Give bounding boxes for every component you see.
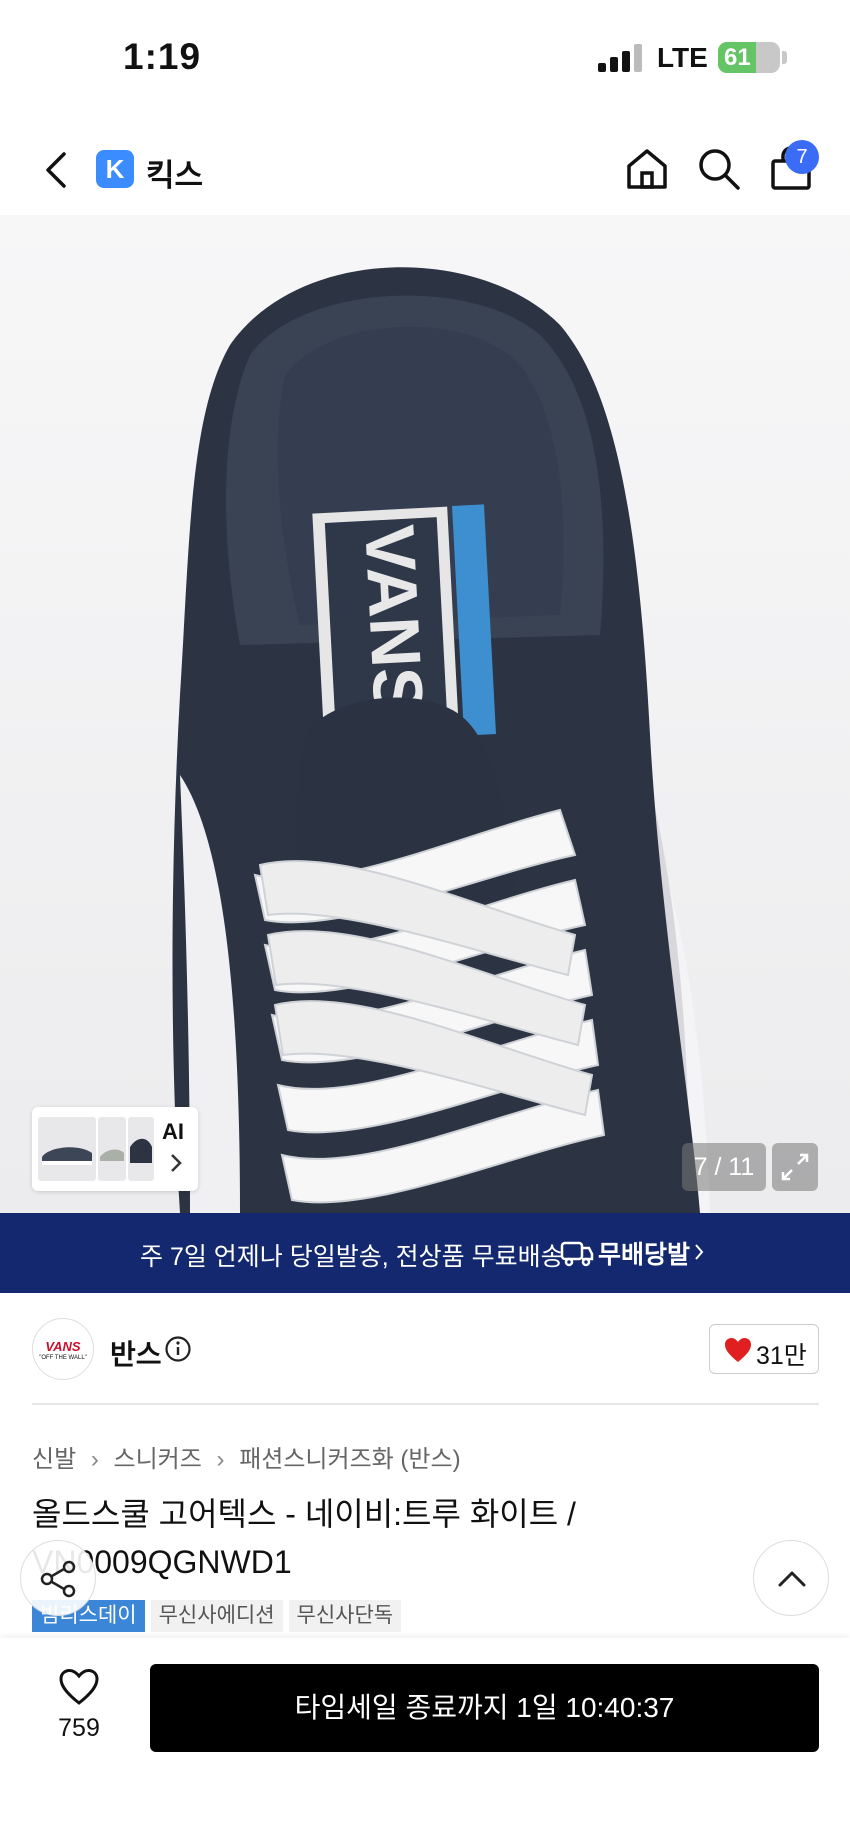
thumbnail-1[interactable] xyxy=(38,1117,96,1181)
scroll-top-button[interactable] xyxy=(753,1540,829,1616)
breadcrumb-item[interactable]: 스니커즈 xyxy=(114,1446,202,1473)
chevron-right-icon xyxy=(695,1244,704,1260)
heart-outline-icon xyxy=(59,1668,99,1705)
heart-filled-icon xyxy=(725,1338,751,1362)
home-icon xyxy=(627,149,667,189)
breadcrumb-item[interactable]: 신발 xyxy=(32,1446,76,1473)
share-button[interactable] xyxy=(20,1540,96,1616)
product-photo: VANS xyxy=(172,267,710,1213)
status-bar: 1:19 LTE 61 xyxy=(0,0,850,110)
chevron-up-icon xyxy=(778,1571,806,1587)
ai-label: AI xyxy=(162,1119,184,1144)
vans-logo[interactable]: VANS "OFF THE WALL" xyxy=(32,1318,94,1380)
chevron-right-icon xyxy=(171,1154,182,1172)
brand-row: VANS "OFF THE WALL" 반스 31만 xyxy=(0,1293,850,1403)
truck-icon xyxy=(560,1241,594,1267)
banner-brand: 무배당발 xyxy=(598,1241,691,1269)
search-icon xyxy=(699,149,740,190)
delivery-banner[interactable]: 주 7일 언제나 당일발송, 전상품 무료배송 무배당발 xyxy=(0,1213,850,1293)
image-counter: 7 / 11 xyxy=(682,1143,766,1191)
cart-count-badge: 7 xyxy=(785,140,819,174)
back-button[interactable] xyxy=(38,148,78,192)
brand-like-count: 31만 xyxy=(756,1342,807,1370)
breadcrumb: 신발 › 스니커즈 › 패션스니커즈화 (반스) xyxy=(32,1439,461,1474)
thumbnail-2[interactable] xyxy=(98,1117,126,1181)
brand-logo-icon[interactable]: K xyxy=(96,150,134,188)
brand-name[interactable]: 반스 xyxy=(110,1333,162,1373)
app-header: K 킥스 7 xyxy=(0,130,850,210)
expand-button[interactable] xyxy=(772,1143,818,1191)
buy-button[interactable]: 타임세일 종료까지 1일 10:40:37 xyxy=(150,1664,819,1752)
svg-text:VANS: VANS xyxy=(350,523,438,716)
chevron-right-icon: › xyxy=(216,1446,225,1473)
vans-logo-text: VANS xyxy=(45,1339,81,1354)
tag-badge: 무신사에디션 xyxy=(150,1600,283,1632)
product-title: 올드스쿨 고어텍스 - 네이비:트루 화이트 / VN0009QGNWD1 xyxy=(32,1496,576,1580)
battery-icon: 61 xyxy=(718,42,780,73)
battery-tip xyxy=(782,51,787,64)
banner-text: 주 7일 언제나 당일발송, 전상품 무료배송 xyxy=(140,1243,564,1271)
bottom-action-bar: 759 타임세일 종료까지 1일 10:40:37 xyxy=(0,1638,850,1842)
vans-logo-subtext: "OFF THE WALL" xyxy=(39,1355,87,1361)
divider xyxy=(32,1403,819,1405)
status-time: 1:19 xyxy=(123,36,202,77)
search-button[interactable] xyxy=(696,146,742,192)
info-icon[interactable] xyxy=(164,1335,192,1363)
breadcrumb-item[interactable]: 패션스니커즈화 (반스) xyxy=(239,1446,460,1473)
share-icon xyxy=(40,1560,76,1598)
brand-like-button[interactable]: 31만 xyxy=(709,1324,819,1374)
battery-percent: 61 xyxy=(724,44,751,71)
wishlist-button[interactable]: 759 xyxy=(40,1668,118,1748)
wishlist-count: 759 xyxy=(58,1714,100,1742)
network-type: LTE xyxy=(657,42,708,73)
signal-icon xyxy=(598,44,644,72)
tag-badge: 무신사단독 xyxy=(288,1600,402,1632)
expand-icon xyxy=(781,1153,809,1181)
chevron-right-icon: › xyxy=(90,1446,99,1473)
ai-thumbnail-strip[interactable]: AI xyxy=(32,1107,198,1191)
home-button[interactable] xyxy=(624,146,670,192)
store-name[interactable]: 킥스 xyxy=(146,150,203,195)
back-icon xyxy=(46,152,66,188)
thumbnail-3[interactable] xyxy=(128,1117,154,1181)
product-image-gallery[interactable]: VANS AI 7 / 11 xyxy=(0,215,850,1213)
